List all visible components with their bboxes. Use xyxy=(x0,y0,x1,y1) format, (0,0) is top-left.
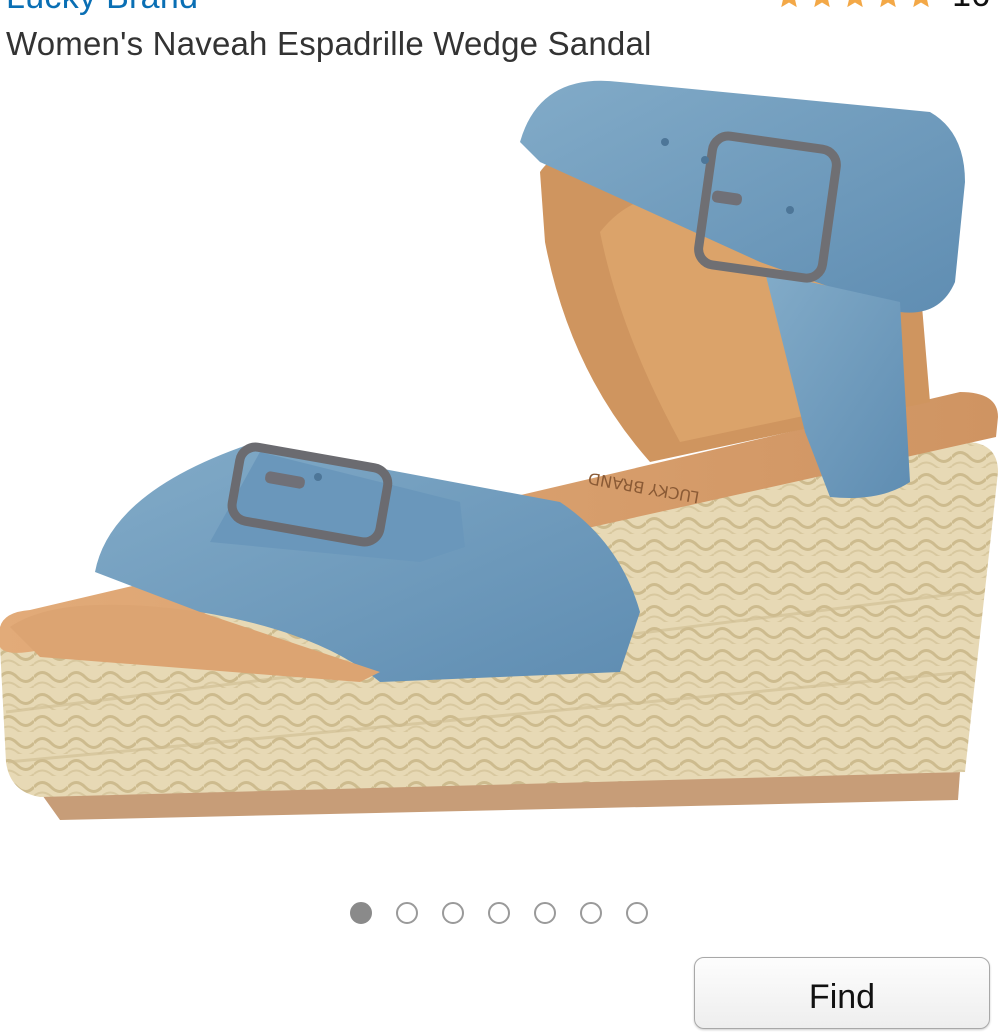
star-icon xyxy=(847,0,863,7)
find-button[interactable]: Find xyxy=(694,957,990,1029)
carousel-dot-3[interactable] xyxy=(442,902,464,924)
rating[interactable]: 16 xyxy=(774,0,990,15)
product-title: Women's Naveah Espadrille Wedge Sandal xyxy=(6,25,652,62)
carousel-dot-1[interactable] xyxy=(350,902,372,924)
star-icon xyxy=(781,0,797,7)
carousel-dot-7[interactable] xyxy=(626,902,648,924)
star-icon xyxy=(880,0,896,7)
star-icon xyxy=(814,0,830,7)
carousel-dot-5[interactable] xyxy=(534,902,556,924)
carousel-dot-6[interactable] xyxy=(580,902,602,924)
star-rating xyxy=(774,0,936,11)
carousel-dot-2[interactable] xyxy=(396,902,418,924)
star-icon xyxy=(913,0,929,7)
review-count: 16 xyxy=(952,0,990,15)
brand-link[interactable]: Lucky Brand xyxy=(6,0,198,17)
carousel-dot-4[interactable] xyxy=(488,902,510,924)
image-carousel-dots xyxy=(0,902,1000,924)
sandal-product-photo[interactable]: LUCKY BRAND xyxy=(0,72,1000,892)
